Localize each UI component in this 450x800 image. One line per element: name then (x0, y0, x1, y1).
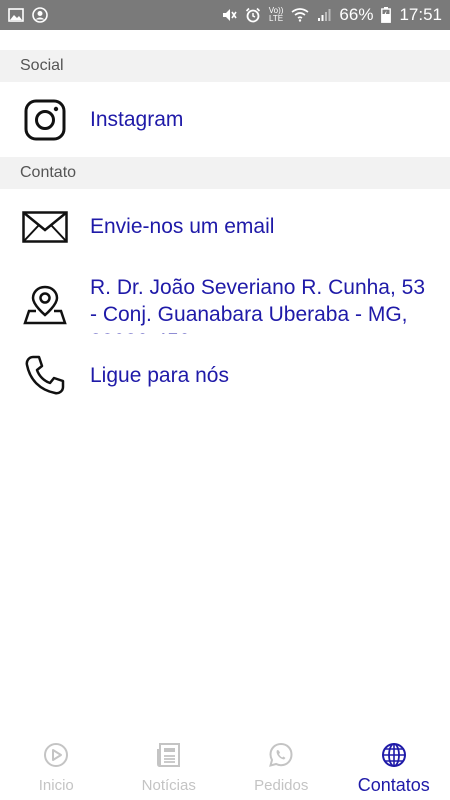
tab-inicio[interactable]: Inicio (0, 738, 113, 800)
tab-pedidos[interactable]: Pedidos (225, 738, 338, 800)
tab-pedidos-label: Pedidos (254, 777, 309, 794)
tab-noticias-label: Notícias (141, 777, 196, 794)
tab-contatos[interactable]: Contatos (338, 738, 450, 800)
phone-link[interactable]: Ligue para nós (90, 362, 229, 389)
bottom-navigation: Inicio Notícias Pedidos Contatos (0, 738, 450, 800)
wifi-icon (291, 8, 309, 22)
instagram-row[interactable]: Instagram (0, 82, 450, 157)
account-circle-icon (32, 7, 48, 23)
battery-charging-icon (381, 7, 392, 23)
top-spacer (0, 30, 450, 50)
email-row[interactable]: Envie-nos um email (0, 189, 450, 264)
phone-icon (20, 350, 70, 400)
whatsapp-icon (268, 742, 294, 773)
tab-contatos-label: Contatos (357, 775, 430, 795)
signal-icon (317, 8, 331, 22)
instagram-link[interactable]: Instagram (90, 106, 183, 133)
envelope-icon (20, 202, 70, 252)
email-link[interactable]: Envie-nos um email (90, 213, 274, 240)
map-pin-icon (20, 279, 70, 329)
status-bar: Vo)) LTE 66% 17:51 (0, 0, 450, 30)
play-circle-icon (43, 742, 69, 773)
section-header-contato: Contato (0, 157, 450, 189)
volte-icon: Vo)) LTE (268, 6, 284, 23)
section-header-social: Social (0, 50, 450, 82)
newspaper-icon (156, 742, 182, 773)
instagram-icon (20, 95, 70, 145)
image-icon (8, 8, 24, 22)
globe-icon (381, 742, 407, 773)
alarm-icon (245, 7, 261, 23)
address-link[interactable]: R. Dr. João Severiano R. Cunha, 53 - Con… (90, 274, 435, 334)
contacts-content: Social Instagram Contato Envie-nos um em… (0, 30, 450, 406)
address-row[interactable]: R. Dr. João Severiano R. Cunha, 53 - Con… (0, 264, 450, 344)
phone-row[interactable]: Ligue para nós (0, 344, 450, 406)
tab-noticias[interactable]: Notícias (113, 738, 226, 800)
battery-percent: 66% (339, 5, 374, 24)
status-time: 17:51 (399, 5, 442, 24)
status-bar-right: Vo)) LTE 66% 17:51 (221, 5, 442, 25)
tab-inicio-label: Inicio (38, 777, 74, 794)
status-bar-left (8, 7, 48, 23)
mute-icon (221, 7, 237, 23)
